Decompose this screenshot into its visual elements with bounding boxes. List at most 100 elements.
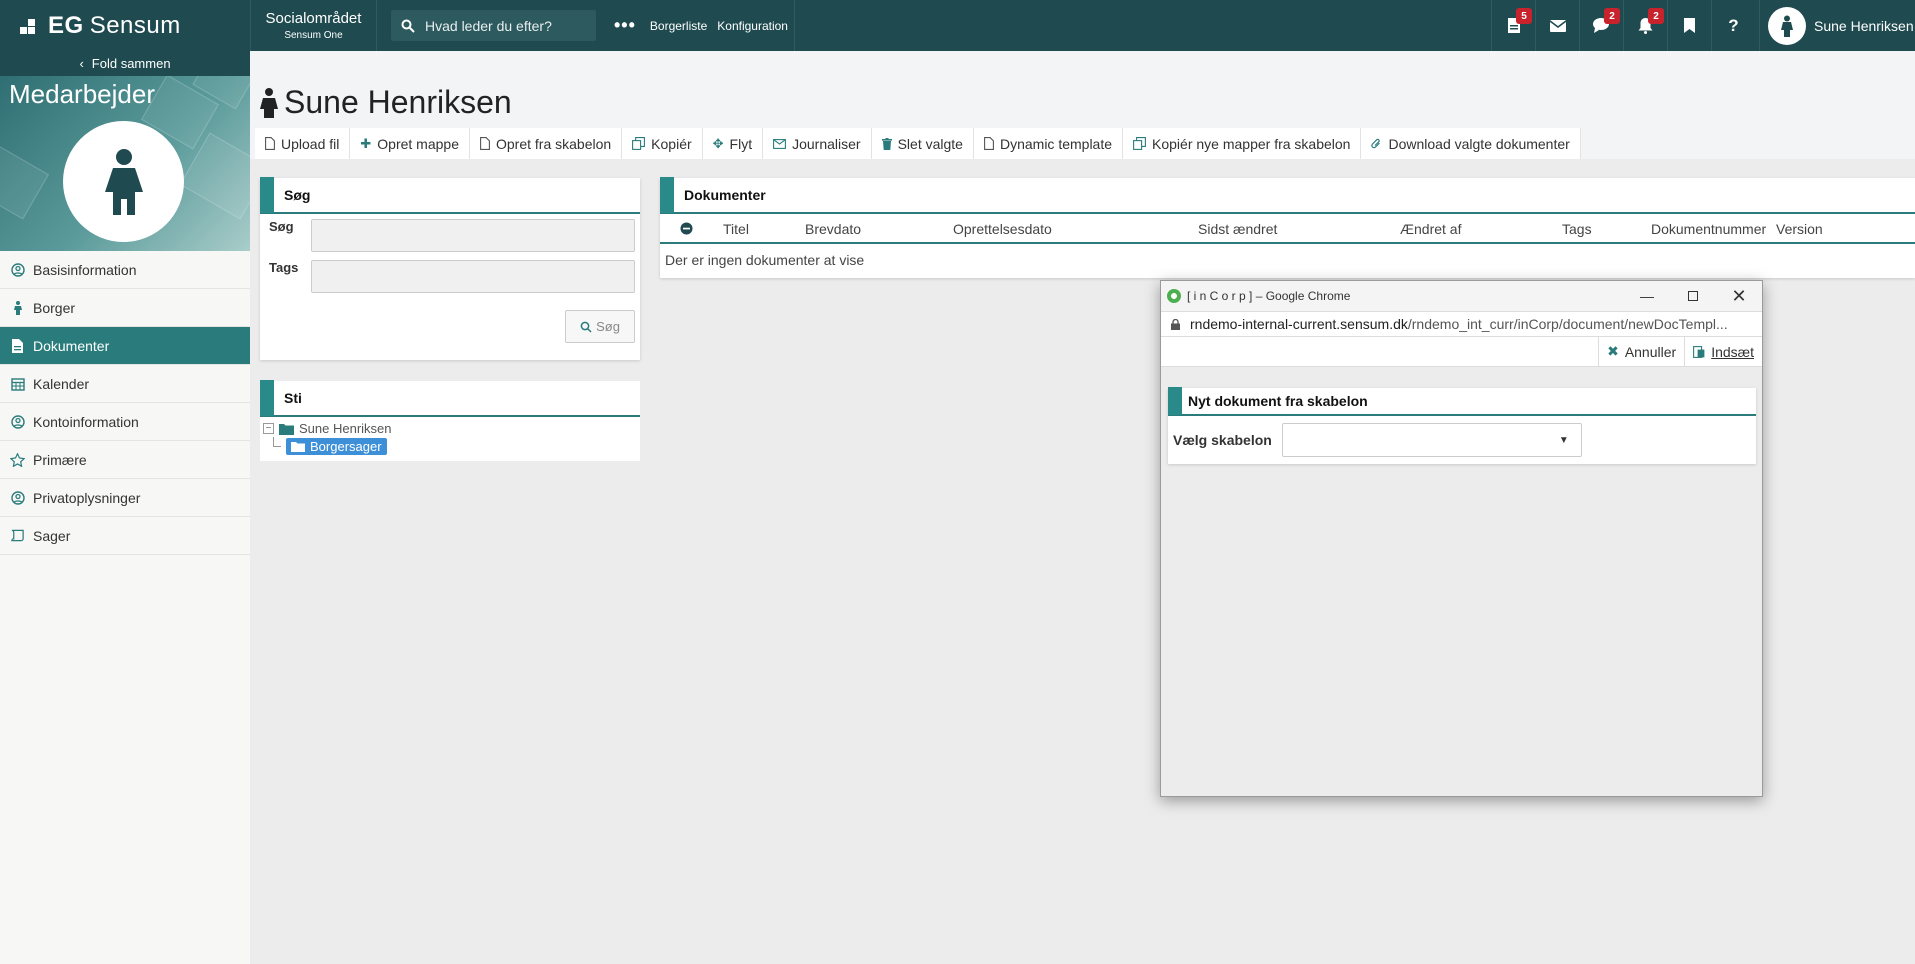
sidebar-item-label: Kalender xyxy=(33,375,90,392)
tree-node-child[interactable]: Borgersager xyxy=(260,436,640,455)
insert-label: Indsæt xyxy=(1711,343,1754,360)
column-sidst-aendret[interactable]: Sidst ændret xyxy=(1198,221,1277,237)
hero-title: Medarbejder xyxy=(9,79,155,109)
move-button[interactable]: ✥ Flyt xyxy=(703,128,764,159)
download-selected-button[interactable]: Download valgte dokumenter xyxy=(1361,128,1581,159)
delete-selected-button[interactable]: Slet valgte xyxy=(872,128,974,159)
org-switcher[interactable]: Socialområdet Sensum One xyxy=(250,0,377,51)
mail-button[interactable] xyxy=(1535,0,1579,51)
logo-prefix: EG xyxy=(48,11,84,39)
org-subtitle: Sensum One xyxy=(284,30,343,41)
page-title: Sune Henriksen xyxy=(284,84,512,120)
sidebar-item-privatoplysninger[interactable]: Privatoplysninger xyxy=(0,479,250,517)
tree-node-label: Borgersager xyxy=(310,439,382,454)
documents-button[interactable]: 5 xyxy=(1491,0,1535,51)
notifications-badge: 2 xyxy=(1648,8,1664,24)
link-konfiguration[interactable]: Konfiguration xyxy=(717,19,788,33)
help-icon: ? xyxy=(1728,15,1739,35)
star-icon xyxy=(10,452,25,467)
person-icon xyxy=(10,300,25,315)
help-button[interactable]: ? xyxy=(1711,0,1755,51)
logo-mark-icon xyxy=(20,17,40,35)
chat-badge: 2 xyxy=(1604,8,1620,24)
sidebar-nav: Basisinformation Borger Dokumenter Kalen… xyxy=(0,251,250,555)
sidebar-item-sager[interactable]: Sager xyxy=(0,517,250,555)
sidebar-item-basisinformation[interactable]: Basisinformation xyxy=(0,251,250,289)
link-borgerliste[interactable]: Borgerliste xyxy=(650,19,707,33)
popup-address-bar[interactable]: rndemo-internal-current.sensum.dk/rndemo… xyxy=(1161,311,1762,337)
search-button[interactable]: Søg xyxy=(565,310,635,343)
minimize-button[interactable]: — xyxy=(1624,281,1670,311)
person-female-icon xyxy=(104,148,143,215)
page-header: Sune Henriksen Upload fil ✚ Opret mappe O… xyxy=(250,51,1915,159)
global-search-input[interactable] xyxy=(425,17,585,34)
popup-window: [ i n C o r p ] – Google Chrome — ✕ rnde… xyxy=(1160,280,1763,797)
toolbar-label: Dynamic template xyxy=(999,135,1113,152)
notifications-button[interactable]: 2 xyxy=(1623,0,1667,51)
dynamic-template-button[interactable]: Dynamic template xyxy=(974,128,1124,159)
mail-icon xyxy=(1549,19,1566,32)
column-aendret-af[interactable]: Ændret af xyxy=(1400,221,1461,237)
scroll-icon xyxy=(10,529,25,542)
profile-avatar xyxy=(63,121,184,242)
more-menu-button[interactable]: ••• xyxy=(614,15,636,36)
insert-button[interactable]: Indsæt xyxy=(1684,336,1762,367)
column-brevdato[interactable]: Brevdato xyxy=(805,221,861,237)
maximize-button[interactable] xyxy=(1670,281,1716,311)
user-circle-icon xyxy=(10,414,25,429)
column-titel[interactable]: Titel xyxy=(723,221,749,237)
close-button[interactable]: ✕ xyxy=(1716,281,1762,311)
column-oprettelsesdato[interactable]: Oprettelsesdato xyxy=(953,221,1052,237)
journalize-button[interactable]: Journaliser xyxy=(763,128,872,159)
template-select[interactable]: ▼ xyxy=(1281,423,1582,457)
calendar-icon xyxy=(10,377,25,391)
fold-sidebar-button[interactable]: ‹ Fold sammen xyxy=(0,51,250,76)
new-document-panel-title: Nyt dokument fra skabelon xyxy=(1168,388,1756,416)
tree-node-selected[interactable]: Borgersager xyxy=(286,438,387,455)
fold-label: Fold sammen xyxy=(91,56,171,71)
sidebar-item-primaere[interactable]: Primære xyxy=(0,441,250,479)
tree-node-root[interactable]: − Sune Henriksen xyxy=(260,417,640,436)
copy-folders-from-template-button[interactable]: Kopiér nye mapper fra skabelon xyxy=(1123,128,1362,159)
toolbar-label: Upload fil xyxy=(281,135,340,152)
folder-icon xyxy=(279,423,294,435)
logo[interactable]: EG Sensum xyxy=(0,0,250,51)
folder-icon xyxy=(291,442,305,452)
column-dokumentnummer[interactable]: Dokumentnummer xyxy=(1651,221,1766,237)
toolbar-label: Opret fra skabelon xyxy=(496,135,612,152)
search-panel-title: Søg xyxy=(260,178,640,214)
upload-file-button[interactable]: Upload fil xyxy=(255,128,351,159)
chevron-left-icon: ‹ xyxy=(79,56,84,71)
sidebar-item-kontoinformation[interactable]: Kontoinformation xyxy=(0,403,250,441)
copy-button[interactable]: Kopiér xyxy=(622,128,703,159)
sidebar-item-kalender[interactable]: Kalender xyxy=(0,365,250,403)
column-version[interactable]: Version xyxy=(1776,221,1823,237)
bookmarks-button[interactable] xyxy=(1667,0,1711,51)
create-folder-button[interactable]: ✚ Opret mappe xyxy=(350,128,470,159)
paperclip-icon xyxy=(1371,137,1382,150)
toolbar-label: Kopiér nye mapper fra skabelon xyxy=(1152,135,1351,152)
column-tags[interactable]: Tags xyxy=(1562,221,1592,237)
file-icon xyxy=(984,137,994,150)
copy-icon xyxy=(632,137,646,150)
cancel-button[interactable]: ✖ Annuller xyxy=(1598,336,1684,367)
sidebar-item-borger[interactable]: Borger xyxy=(0,289,250,327)
user-circle-icon xyxy=(10,262,25,277)
search-field[interactable] xyxy=(311,219,635,252)
logo-name: Sensum xyxy=(89,11,181,39)
chat-button[interactable]: 2 xyxy=(1579,0,1623,51)
file-icon xyxy=(480,137,490,150)
global-search xyxy=(391,10,596,41)
select-all-icon[interactable] xyxy=(680,222,693,238)
caret-down-icon: ▼ xyxy=(1558,434,1569,446)
user-menu[interactable]: Sune Henriksen xyxy=(1759,0,1915,51)
org-name: Socialområdet xyxy=(265,10,362,27)
lock-icon xyxy=(1171,318,1180,330)
sidebar-item-dokumenter[interactable]: Dokumenter xyxy=(0,327,250,365)
toolbar-label: Kopiér xyxy=(651,135,692,152)
document-toolbar: Upload fil ✚ Opret mappe Opret fra skabel… xyxy=(255,128,1581,159)
search-icon xyxy=(580,321,592,333)
collapse-toggle-icon[interactable]: − xyxy=(263,423,274,434)
tags-field[interactable] xyxy=(311,260,635,293)
create-from-template-button[interactable]: Opret fra skabelon xyxy=(470,128,623,159)
